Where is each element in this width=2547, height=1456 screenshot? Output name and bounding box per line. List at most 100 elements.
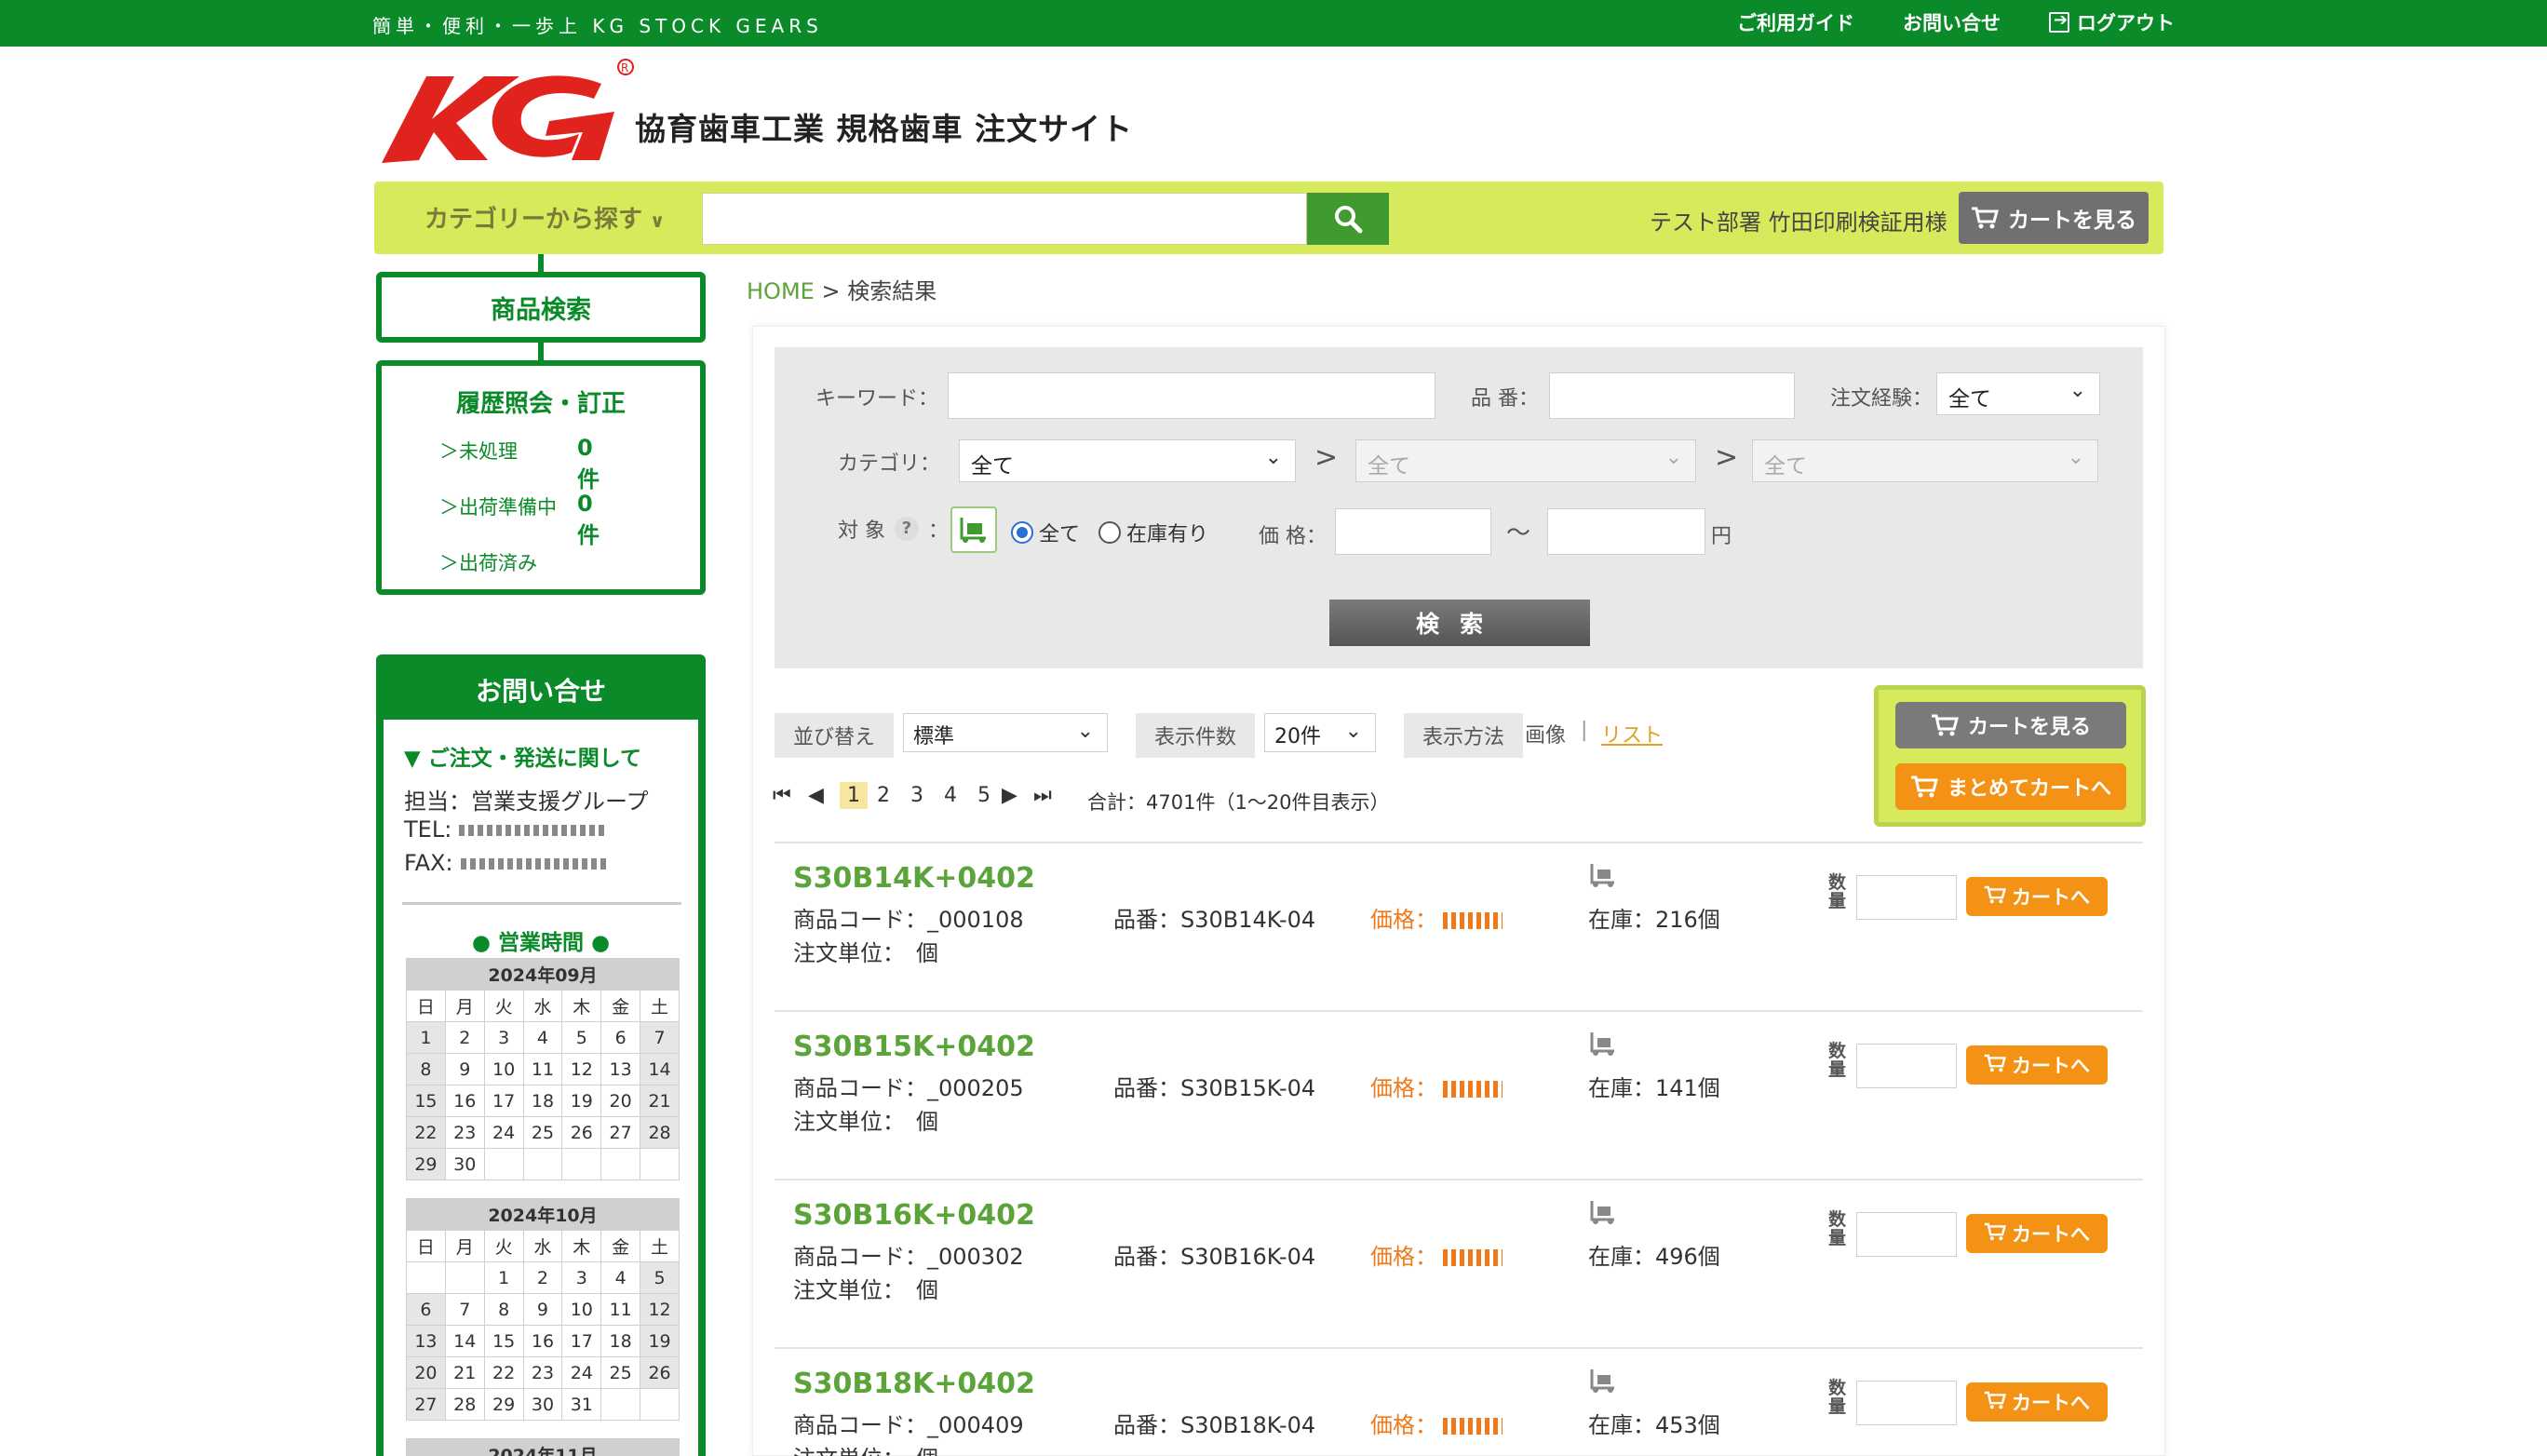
chevron-down-icon: ⌄ [1076, 720, 1094, 743]
order-unit: 注文単位： 個 [793, 940, 938, 966]
subcategory1-select[interactable]: 全て ⌄ [1355, 439, 1696, 482]
subcategory2-select[interactable]: 全て ⌄ [1752, 439, 2098, 482]
logout-icon [2049, 10, 2069, 33]
stock-filter-icon-button[interactable] [950, 506, 997, 553]
help-icon[interactable]: ? [895, 517, 919, 541]
calendar-day: 10 [561, 1293, 602, 1326]
price-unit: 円 [1711, 525, 1732, 548]
product-name[interactable]: S30B15K+0402 [793, 1031, 1035, 1063]
quantity-label: 数量 [1828, 1041, 1847, 1080]
calendar-day: 1 [406, 1021, 446, 1054]
cart-box-view-button[interactable]: カートを見る [1895, 702, 2126, 748]
breadcrumb-home[interactable]: HOME [747, 278, 815, 304]
calendar-day: 6 [406, 1293, 446, 1326]
add-to-cart-button[interactable]: カートへ [1966, 1382, 2108, 1422]
radio-all[interactable]: 全て [1011, 518, 1080, 547]
filter-search-button[interactable]: 検索 [1329, 600, 1590, 646]
search-input[interactable] [702, 193, 1307, 245]
price-max-input[interactable] [1547, 508, 1705, 555]
calendar-day: 25 [600, 1356, 641, 1389]
view-label: 表示方法 [1404, 713, 1524, 758]
calendar-day [406, 1261, 446, 1294]
pager-page-1[interactable]: 1 [840, 782, 868, 809]
order-history-label: 注文経験： [1830, 387, 1934, 411]
history-item-unprocessed[interactable]: ＞未処理 0件 [439, 435, 600, 492]
pager-next-icon[interactable]: ▶ [1002, 784, 1017, 807]
subcategory1-value: 全て [1368, 454, 1410, 479]
calendar-day: 25 [522, 1116, 563, 1149]
category-button[interactable]: カテゴリーから探す ∨ [424, 200, 665, 235]
weekday-header: 土 [640, 1230, 680, 1262]
history-item-shipped[interactable]: ＞出荷済み [439, 548, 537, 576]
quantity-input[interactable] [1856, 1212, 1957, 1257]
calendar-day: 24 [483, 1116, 524, 1149]
order-history-select[interactable]: 全て ⌄ [1936, 372, 2100, 415]
add-to-cart-button[interactable]: カートへ [1966, 877, 2108, 916]
weekday-header: 金 [600, 1230, 641, 1262]
price-min-input[interactable] [1335, 508, 1491, 555]
guide-link[interactable]: ご利用ガイド [1737, 8, 1854, 36]
kg-logo[interactable]: R [372, 56, 652, 172]
order-unit: 注文単位： 個 [793, 1109, 938, 1135]
product-separator [775, 842, 2143, 843]
category-select[interactable]: 全て ⌄ [959, 439, 1296, 482]
pager-last-icon[interactable]: ⏭ [1033, 784, 1052, 807]
bulk-add-label: まとめてカートへ [1947, 777, 2111, 801]
calendar-day: 11 [600, 1293, 641, 1326]
cart-icon [1984, 1221, 2006, 1247]
add-to-cart-button[interactable]: カートへ [1966, 1214, 2108, 1253]
result-total: 合計：4701件（1～20件目表示） [1087, 791, 1390, 814]
count-select[interactable]: 20件 ⌄ [1264, 713, 1376, 752]
logout-link[interactable]: ログアウト [2049, 8, 2175, 36]
product-partno: 品番：S30B18K-04 [1113, 1412, 1316, 1438]
pager-first-icon[interactable]: ⏮ [773, 784, 791, 807]
svg-text:R: R [621, 61, 628, 74]
contact-link[interactable]: お問い合せ [1903, 8, 2001, 36]
calendar-day: 30 [444, 1148, 485, 1180]
history-item-preparing[interactable]: ＞出荷準備中 0件 [439, 491, 600, 548]
quantity-input[interactable] [1856, 1044, 1957, 1088]
pager-prev-icon[interactable]: ◀ [808, 784, 824, 807]
target-label: 対 象? ： [838, 514, 949, 544]
product-name[interactable]: S30B18K+0402 [793, 1368, 1035, 1400]
quantity-input[interactable] [1856, 1381, 1957, 1425]
user-name: テスト部署 竹田印刷検証用様 [1650, 209, 1947, 236]
calendar-day [600, 1388, 641, 1421]
product-name[interactable]: S30B16K+0402 [793, 1199, 1035, 1232]
calendar-day: 17 [561, 1325, 602, 1357]
product-name[interactable]: S30B14K+0402 [793, 862, 1035, 895]
calendar-day: 2 [444, 1021, 485, 1054]
calendar-day: 7 [444, 1293, 485, 1326]
cart-view-button[interactable]: カートを見る [1959, 192, 2149, 244]
radio-all-label: 全て [1039, 523, 1081, 546]
pager-page-3[interactable]: 3 [910, 784, 923, 807]
radio-in-stock[interactable]: 在庫有り [1098, 518, 1208, 547]
product-stock: 在庫：216個 [1588, 907, 1720, 933]
arrow-right-icon: > [1314, 441, 1339, 474]
contact-inner: ▼ ご注文・発送に関して 担当：営業支援グループ TEL: FAX: ● 営業時… [384, 720, 698, 1456]
calendar-september: 2024年09月 日月火水木金土 1 2 3 4 5 6 7 8 9 10 11 12 13 14 15 16 1… [406, 958, 680, 1180]
price-label: 価格： [1370, 1244, 1437, 1270]
pager-page-2[interactable]: 2 [877, 784, 890, 807]
view-image-option[interactable]: 画像 [1525, 719, 1566, 748]
pager-page-4[interactable]: 4 [944, 784, 957, 807]
partno-input[interactable] [1549, 372, 1795, 419]
keyword-input[interactable] [948, 372, 1435, 419]
calendar-day: 9 [444, 1053, 485, 1085]
sort-select[interactable]: 標準 ⌄ [903, 713, 1108, 752]
weekday-header: 木 [561, 990, 602, 1022]
quantity-input[interactable] [1856, 875, 1957, 920]
product-search-button[interactable]: 商品検索 [376, 272, 706, 343]
contact-person: 担当：営業支援グループ [404, 789, 649, 815]
product-code: 商品コード：_000302 [793, 1244, 1024, 1270]
calendar-month-title: 2024年09月 [406, 958, 680, 991]
add-to-cart-button[interactable]: カートへ [1966, 1045, 2108, 1085]
calendar-day: 21 [444, 1356, 485, 1389]
bulk-add-to-cart-button[interactable]: まとめてカートへ [1895, 763, 2126, 810]
top-links: ご利用ガイド お問い合せ ログアウト [1737, 8, 2175, 36]
stock-truck-icon [1588, 1031, 1618, 1057]
view-list-option[interactable]: リスト [1601, 719, 1663, 748]
order-history-value: 全て [1948, 387, 1991, 411]
pager-page-5[interactable]: 5 [977, 784, 990, 807]
search-button[interactable] [1307, 193, 1389, 245]
